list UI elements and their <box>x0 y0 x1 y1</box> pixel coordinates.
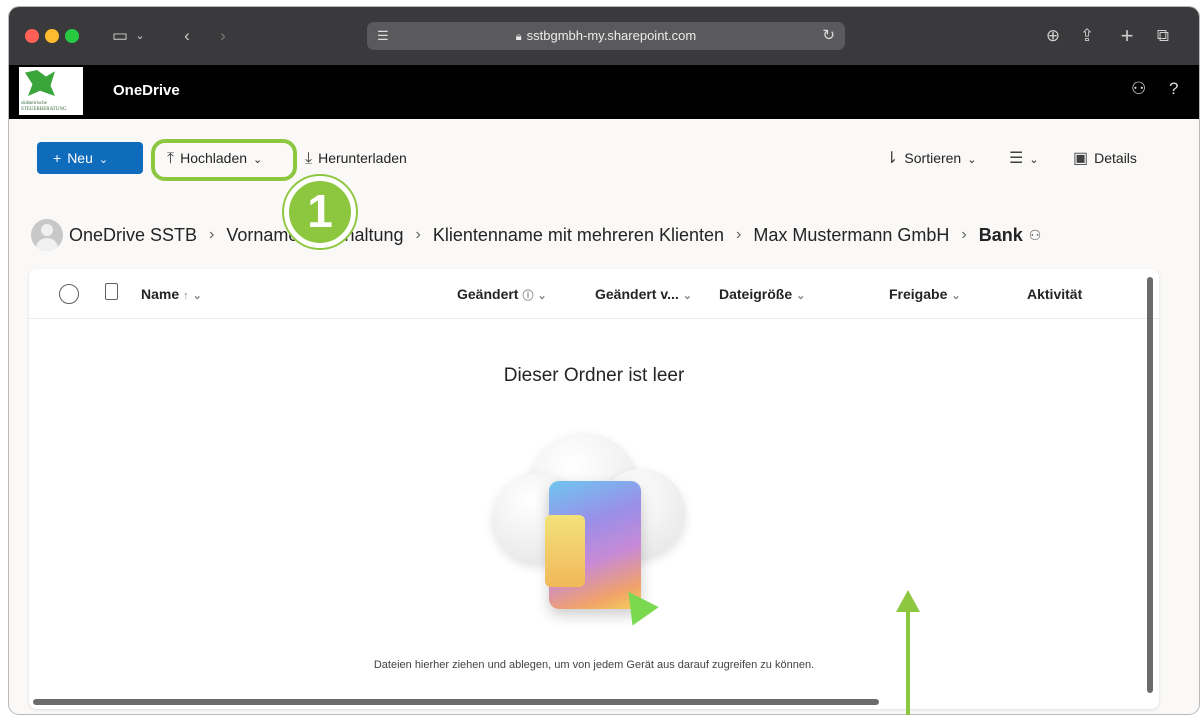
column-modified-by-label: Geändert v... <box>595 286 679 302</box>
vertical-scrollbar[interactable] <box>1147 277 1153 693</box>
download-icon[interactable]: ⊕ <box>1043 23 1063 49</box>
company-logo[interactable]: südsteirische STEUERBERATUNG <box>19 67 83 115</box>
new-tab-icon[interactable]: + <box>1117 23 1137 49</box>
column-modified-by[interactable]: Geändert v... ⌄ <box>595 286 692 302</box>
app-title[interactable]: OneDrive <box>113 82 180 99</box>
upload-icon: ⤒ <box>167 150 175 167</box>
sort-label: Sortieren <box>904 150 962 166</box>
share-icon[interactable]: ⇪ <box>1077 23 1097 49</box>
column-file-size[interactable]: Dateigröße ⌄ <box>719 286 805 302</box>
column-header-row: Name ↑ ⌄ Geändert ⓘ ⌄ Geändert v... ⌄ Dateigr… <box>29 269 1159 319</box>
chevron-down-icon: ⌄ <box>192 290 202 302</box>
column-activity[interactable]: Aktivität <box>1027 286 1082 302</box>
details-button[interactable]: ▣ Details <box>1073 142 1137 174</box>
column-modified-label: Geändert <box>457 286 519 302</box>
chevron-right-icon: › <box>961 226 967 243</box>
annotation-arrow <box>906 596 910 715</box>
logo-text: südsteirische STEUERBERATUNG <box>21 101 67 113</box>
sort-icon: ⇂ <box>885 150 899 167</box>
browser-toolbar: ▭ ⌄ ‹ › ☰ 🔒︎ sstbgmbh-my.sharepoint.com ↻… <box>9 7 1199 65</box>
sort-ascending-icon: ↑ <box>183 290 189 302</box>
document-fold-shape <box>545 515 585 587</box>
chevron-right-icon: › <box>415 226 421 243</box>
shared-people-icon[interactable]: ⚇ <box>1029 227 1042 244</box>
avatar[interactable] <box>31 219 63 251</box>
forward-icon[interactable]: › <box>213 23 233 49</box>
column-modified[interactable]: Geändert ⓘ ⌄ <box>457 286 547 303</box>
close-window-button[interactable] <box>25 29 39 43</box>
column-file-size-label: Dateigröße <box>719 286 793 302</box>
breadcrumb-item-current: Bank <box>978 224 1023 245</box>
zoom-window-button[interactable] <box>65 29 79 43</box>
chevron-down-icon: ⌄ <box>253 154 263 166</box>
plus-icon: + <box>53 150 62 166</box>
command-bar: + Neu ⌄ ⤒ Hochladen ⌄ ⤓ Herunterladen ⇂ Sortie… <box>9 119 1199 199</box>
sort-button[interactable]: ⇂ Sortieren ⌄ <box>885 142 976 174</box>
select-all-checkbox[interactable] <box>59 284 79 304</box>
empty-folder-illustration <box>489 429 689 639</box>
breadcrumb: OneDrive SSTB › Vorname Buchhaltung › Klient… <box>31 219 1041 253</box>
page-icon: ☰ <box>377 28 389 43</box>
view-list-icon: ☰ <box>1009 150 1024 167</box>
logo-text-line2: STEUERBERATUNG <box>21 107 67 112</box>
account-switch-icon[interactable]: ⚇ <box>1131 79 1146 99</box>
sidebar-icon[interactable]: ▭ <box>109 23 131 49</box>
file-list-panel: Name ↑ ⌄ Geändert ⓘ ⌄ Geändert v... ⌄ Dateigr… <box>29 269 1159 709</box>
column-sharing[interactable]: Freigabe ⌄ <box>889 286 961 302</box>
view-options-button[interactable]: ☰ ⌄ <box>1009 142 1039 174</box>
chevron-down-icon: ⌄ <box>1029 154 1039 166</box>
app-header: südsteirische STEUERBERATUNG OneDrive ⚇ … <box>9 65 1199 119</box>
chevron-down-icon: ⌄ <box>682 290 692 302</box>
chevron-down-icon: ⌄ <box>951 290 961 302</box>
chevron-right-icon: › <box>209 226 215 243</box>
reload-icon[interactable]: ↻ <box>822 22 835 50</box>
breadcrumb-item-client-group[interactable]: Klientenname mit mehreren Klienten <box>433 225 724 246</box>
chevron-right-icon: › <box>736 226 742 243</box>
new-label: Neu <box>67 150 93 166</box>
download-button[interactable]: ⤓ Herunterladen <box>305 142 407 174</box>
breadcrumb-item-client[interactable]: Max Mustermann GmbH <box>753 225 949 246</box>
back-icon[interactable]: ‹ <box>177 23 197 49</box>
chevron-down-icon: ⌄ <box>796 290 806 302</box>
chevron-down-icon: ⌄ <box>967 154 977 166</box>
column-name-label: Name <box>141 286 180 302</box>
logo-mark-icon <box>25 70 55 96</box>
lock-icon: 🔒︎ <box>515 31 522 43</box>
minimize-window-button[interactable] <box>45 29 59 43</box>
column-name[interactable]: Name ↑ ⌄ <box>141 286 202 302</box>
upload-button[interactable]: ⤒ Hochladen ⌄ <box>167 142 262 174</box>
tabs-overview-icon[interactable]: ⧉ <box>1153 23 1173 49</box>
info-icon: ⓘ <box>522 290 534 302</box>
chevron-down-icon: ⌄ <box>537 290 547 302</box>
download-label: Herunterladen <box>318 150 407 166</box>
chevron-down-icon: ⌄ <box>98 154 109 166</box>
details-pane-icon: ▣ <box>1073 150 1089 167</box>
address-bar[interactable]: ☰ 🔒︎ sstbgmbh-my.sharepoint.com ↻ <box>367 22 845 50</box>
column-sharing-label: Freigabe <box>889 286 948 302</box>
file-type-icon <box>105 283 118 300</box>
empty-state-text: Dateien hierher ziehen und ablegen, um v… <box>373 659 815 671</box>
breadcrumb-item-root[interactable]: OneDrive SSTB <box>69 225 197 246</box>
step-badge: 1 <box>284 176 356 248</box>
download-arrow-icon: ⤓ <box>305 150 313 167</box>
horizontal-scrollbar[interactable] <box>33 699 879 705</box>
help-button[interactable]: ? <box>1169 79 1178 99</box>
url-text: sstbgmbh-my.sharepoint.com <box>526 28 697 43</box>
chevron-down-icon[interactable]: ⌄ <box>133 23 147 49</box>
browser-window: ▭ ⌄ ‹ › ☰ 🔒︎ sstbgmbh-my.sharepoint.com ↻… <box>8 6 1200 715</box>
details-label: Details <box>1094 150 1137 166</box>
empty-state-title: Dieser Ordner ist leer <box>503 365 685 386</box>
new-button[interactable]: + Neu ⌄ <box>37 142 143 174</box>
upload-label: Hochladen <box>180 150 248 166</box>
